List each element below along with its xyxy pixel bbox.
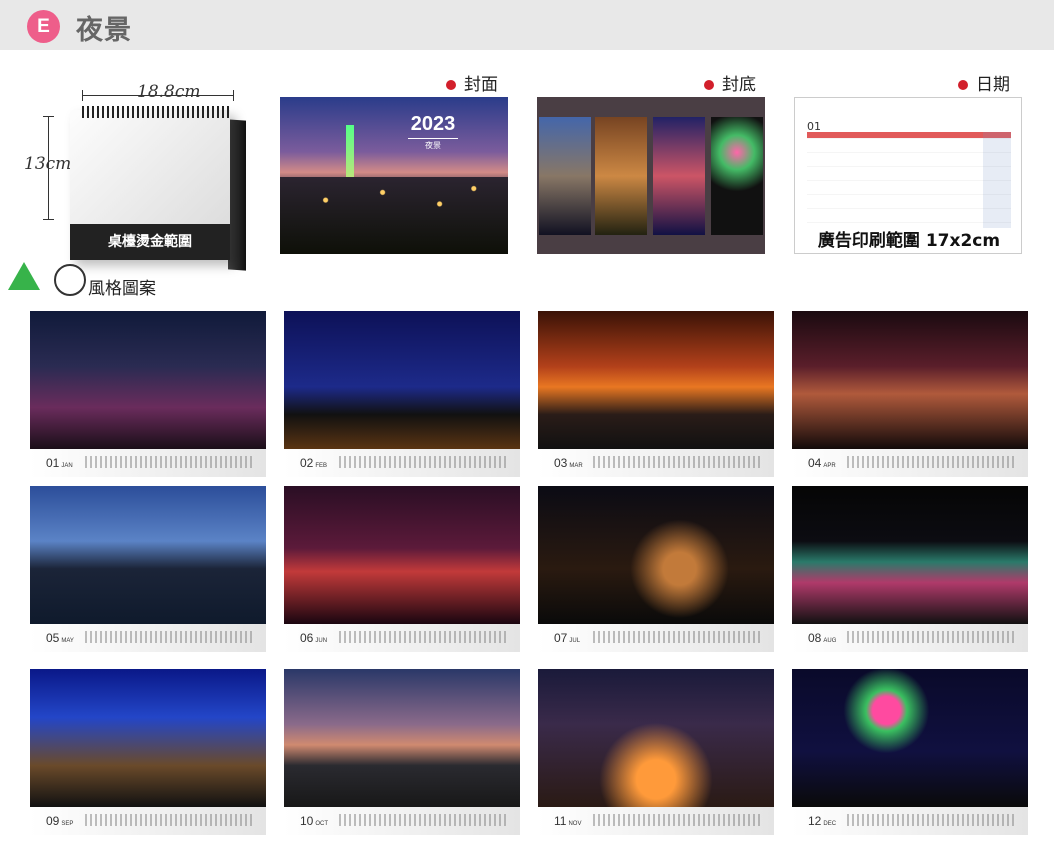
month-photo — [538, 311, 774, 449]
month-strip: 11 NOV — [538, 807, 774, 835]
saturday-column — [983, 132, 1011, 228]
month-photo — [538, 486, 774, 624]
print-area-bar: 桌檯燙金範圍 — [70, 224, 230, 260]
month-thumb: 04 APR — [792, 311, 1028, 477]
days-row — [847, 456, 1017, 468]
month-strip: 07 JUL — [538, 624, 774, 652]
red-dot-icon — [704, 80, 714, 90]
back-cover-preview — [537, 97, 765, 254]
month-strip: 03 MAR — [538, 449, 774, 477]
back-photo — [539, 117, 591, 235]
page-title: 夜景 — [76, 15, 132, 46]
month-strip: 01 JAN — [30, 449, 266, 477]
month-thumb: 07 JUL — [538, 486, 774, 652]
month-strip: 08 AUG — [792, 624, 1028, 652]
month-thumb: 08 AUG — [792, 486, 1028, 652]
month-strip: 06 JUN — [284, 624, 520, 652]
month-photo — [30, 311, 266, 449]
ad-print-area: 廣告印刷範圍 17x2cm — [817, 231, 1001, 251]
red-dot-icon — [958, 80, 968, 90]
days-row — [593, 814, 763, 826]
style-section-label: 風格圖案 — [88, 279, 156, 299]
days-row — [847, 814, 1017, 826]
month-photo — [30, 669, 266, 807]
header-bar: E 夜景 — [0, 0, 1054, 50]
date-preview: 01 廣告印刷範圍 17x2cm — [794, 97, 1022, 254]
back-photo — [653, 117, 705, 235]
month-thumb: 05 MAY — [30, 486, 266, 652]
calendar-stand — [228, 119, 246, 271]
month-thumb: 10 OCT — [284, 669, 520, 835]
desk-calendar-diagram: 18.8cm 13cm 桌檯燙金範圍 — [0, 60, 260, 280]
spiral-binding — [82, 106, 232, 118]
days-row — [593, 456, 763, 468]
triangle-icon — [8, 262, 40, 290]
month-thumb: 11 NOV — [538, 669, 774, 835]
month-thumb: 09 SEP — [30, 669, 266, 835]
month-thumb: 12 DEC — [792, 669, 1028, 835]
month-strip: 10 OCT — [284, 807, 520, 835]
section-badge: E — [27, 10, 60, 43]
month-strip: 05 MAY — [30, 624, 266, 652]
cover-preview: 2023 夜景 — [280, 97, 508, 254]
back-label: 封底 — [704, 70, 756, 95]
red-dot-icon — [446, 80, 456, 90]
back-photo — [711, 117, 763, 235]
city-lights — [280, 177, 508, 254]
days-row — [339, 631, 509, 643]
month-photo — [284, 486, 520, 624]
month-strip: 12 DEC — [792, 807, 1028, 835]
month-strip: 09 SEP — [30, 807, 266, 835]
month-strip: 02 FEB — [284, 449, 520, 477]
month-thumb: 03 MAR — [538, 311, 774, 477]
month-thumb: 06 JUN — [284, 486, 520, 652]
days-row — [593, 631, 763, 643]
days-row — [847, 631, 1017, 643]
days-row — [339, 456, 509, 468]
month-photo — [792, 669, 1028, 807]
width-label: 18.8cm — [137, 82, 201, 102]
cover-subtitle: 夜景 — [408, 138, 458, 151]
height-label: 13cm — [24, 154, 72, 174]
days-row — [339, 814, 509, 826]
month-photo — [30, 486, 266, 624]
days-row — [85, 456, 255, 468]
cover-year: 2023 — [410, 113, 456, 135]
month-photo — [792, 486, 1028, 624]
cover-label: 封面 — [446, 70, 498, 95]
month-photo — [284, 669, 520, 807]
days-row — [85, 631, 255, 643]
girl-face-icon — [54, 264, 86, 296]
date-grid — [807, 132, 1011, 228]
back-photo — [595, 117, 647, 235]
days-row — [85, 814, 255, 826]
date-label: 日期 — [958, 70, 1010, 95]
month-thumb: 02 FEB — [284, 311, 520, 477]
month-photo — [792, 311, 1028, 449]
month-photo — [538, 669, 774, 807]
month-thumb: 01 JAN — [30, 311, 266, 477]
month-photo — [284, 311, 520, 449]
month-strip: 04 APR — [792, 449, 1028, 477]
